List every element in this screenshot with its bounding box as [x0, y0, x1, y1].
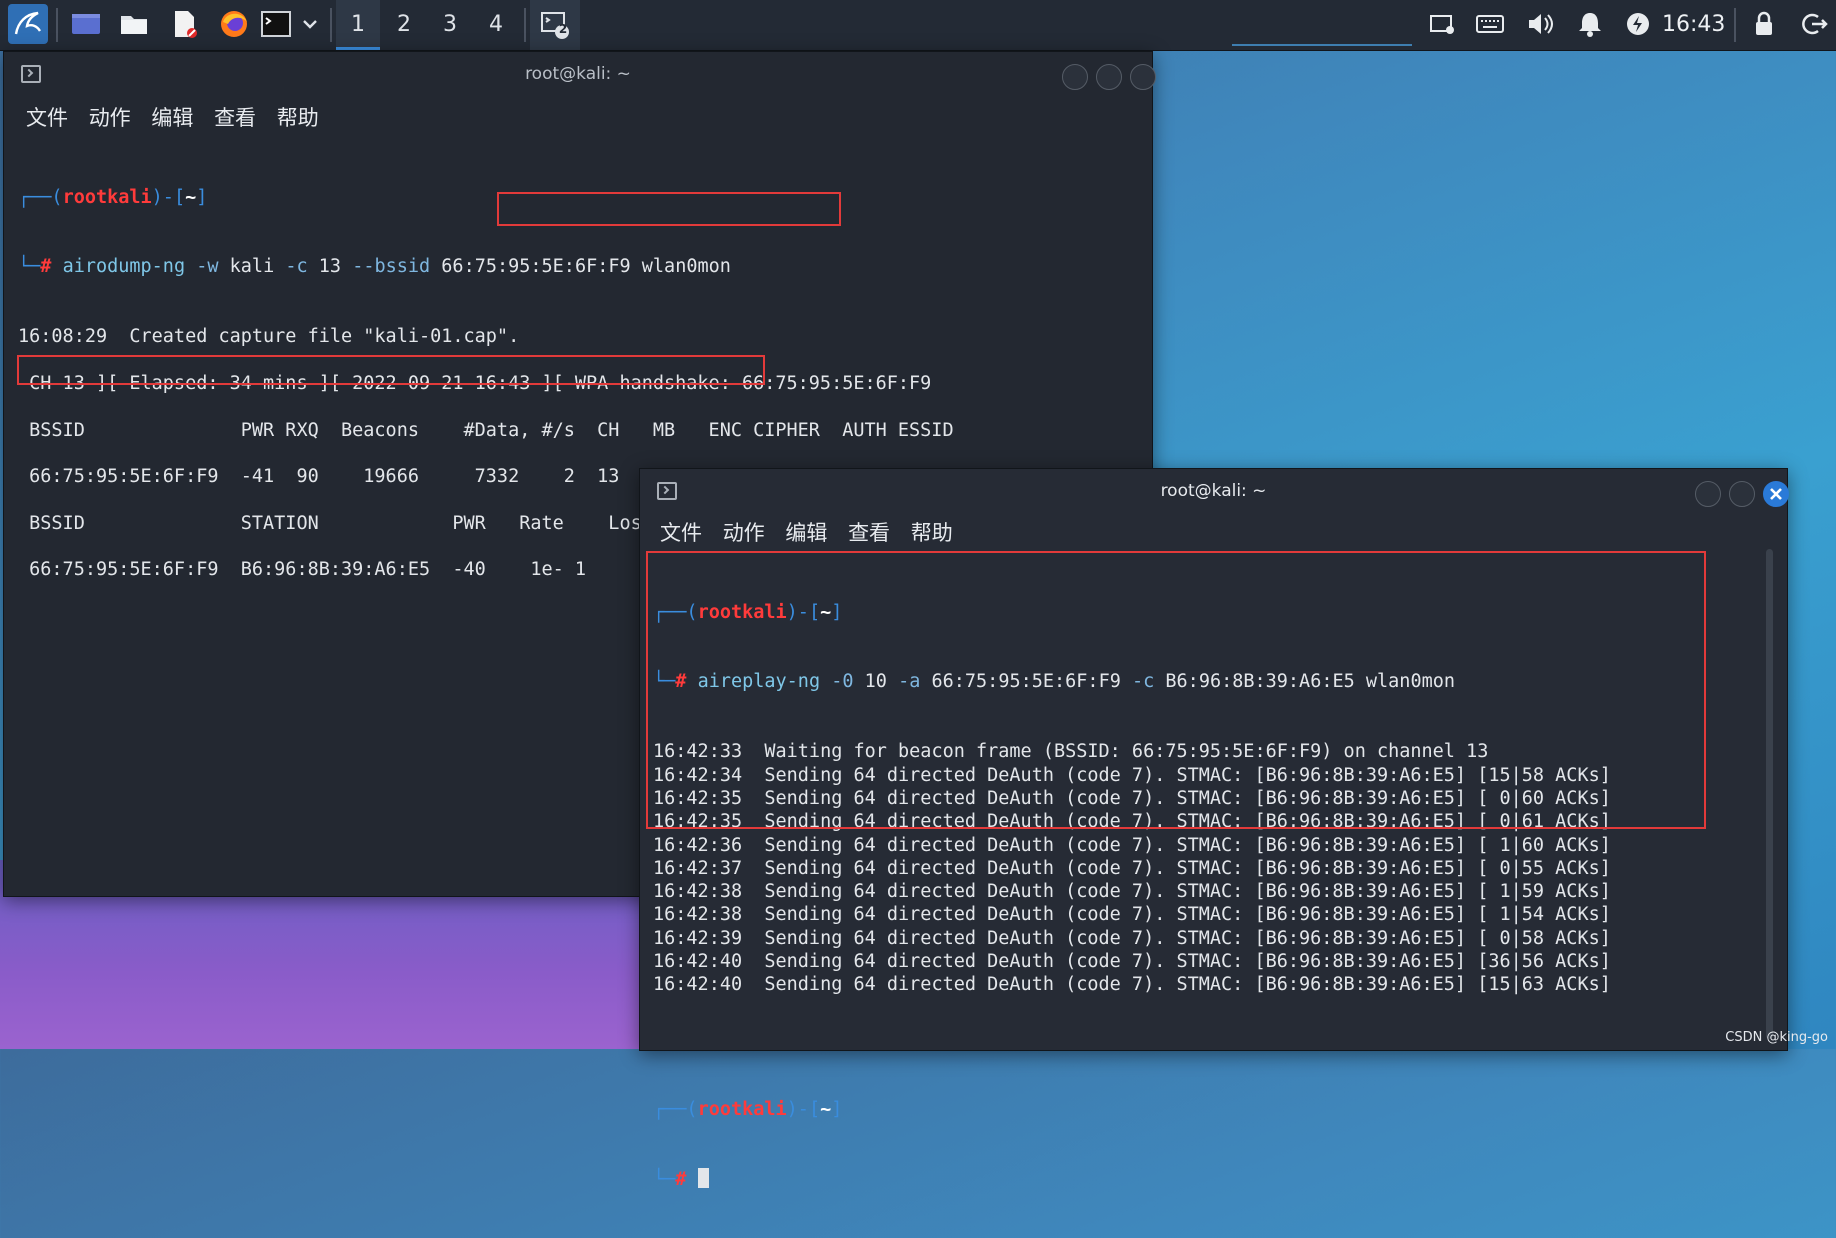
prompt-dir: ~ — [820, 1098, 832, 1120]
highlight-station-box — [17, 355, 765, 385]
terminal-window-aireplay[interactable]: root@kali: ~ 文件 动作 编辑 查看 帮助 ┌──(rootkali… — [639, 468, 1789, 1190]
close-x-icon — [1770, 488, 1782, 500]
output-line: 16:42:38 Sending 64 directed DeAuth (cod… — [653, 881, 1611, 903]
logout-icon[interactable] — [1798, 8, 1830, 40]
command-option: -c — [285, 256, 308, 278]
clock[interactable]: 16:43 — [1662, 0, 1725, 50]
prompt-user: rootkali — [697, 1098, 787, 1120]
command-value: 66:75:95:5E:6F:F9 wlan0mon — [430, 256, 731, 278]
menu-file[interactable]: 文件 — [660, 521, 702, 545]
prompt-user: rootkali — [62, 186, 152, 208]
menu-view[interactable]: 查看 — [848, 521, 890, 545]
highlight-output-box — [646, 551, 1706, 829]
keyboard-icon[interactable] — [1474, 8, 1506, 40]
command-name: airodump-ng — [62, 256, 186, 278]
output-line: BSSID PWR RXQ Beacons #Data, #/s CH MB E… — [18, 419, 954, 441]
menu-action[interactable]: 动作 — [723, 521, 765, 545]
minimize-button[interactable] — [1062, 64, 1088, 90]
workspace-1[interactable]: 1 — [336, 0, 380, 50]
menu-help[interactable]: 帮助 — [277, 106, 319, 130]
firefox-icon[interactable] — [218, 8, 250, 40]
screen-record-icon[interactable] — [1426, 8, 1458, 40]
command-value: 13 — [307, 256, 353, 278]
scrollbar[interactable] — [1766, 549, 1773, 1039]
volume-icon[interactable] — [1524, 8, 1556, 40]
output-line: 16:42:37 Sending 64 directed DeAuth (cod… — [653, 857, 1611, 879]
output-line: 16:42:36 Sending 64 directed DeAuth (cod… — [653, 834, 1611, 856]
command-value: kali — [218, 256, 286, 278]
chevron-down-icon[interactable] — [300, 8, 320, 40]
prompt-dir: ~ — [185, 186, 197, 208]
taskbar-separator — [330, 8, 332, 42]
command-option: --bssid — [352, 256, 431, 278]
text-cursor — [697, 1167, 709, 1188]
workspace-2[interactable]: 2 — [382, 0, 426, 50]
file-manager-icon[interactable] — [118, 8, 150, 40]
window-titlebar[interactable]: root@kali: ~ — [640, 469, 1789, 513]
text-editor-icon[interactable] — [168, 8, 200, 40]
task-terminal-button[interactable]: 2 — [530, 0, 580, 50]
input-line[interactable]: └─# — [653, 1167, 1777, 1191]
window-titlebar[interactable]: root@kali: ~ — [4, 52, 1156, 96]
notification-bell-icon[interactable] — [1574, 8, 1606, 40]
menubar: 文件 动作 编辑 查看 帮助 — [26, 102, 333, 132]
menu-action[interactable]: 动作 — [89, 106, 131, 130]
lock-screen-icon[interactable] — [1748, 8, 1780, 40]
task-count-badge: 2 — [558, 22, 568, 36]
watermark: CSDN @king-go — [1725, 1030, 1828, 1045]
maximize-button[interactable] — [1096, 64, 1122, 90]
output-line: 16:42:39 Sending 64 directed DeAuth (cod… — [653, 927, 1611, 949]
taskbar: 1 2 3 4 2 16:43 — [0, 0, 1836, 51]
workspace-4[interactable]: 4 — [474, 0, 518, 50]
menu-edit[interactable]: 编辑 — [785, 521, 827, 545]
highlight-handshake-box — [497, 192, 841, 226]
show-desktop-icon[interactable] — [70, 8, 102, 40]
menu-view[interactable]: 查看 — [214, 106, 256, 130]
power-manager-icon[interactable] — [1622, 8, 1654, 40]
taskbar-separator — [56, 8, 58, 42]
taskbar-separator — [524, 8, 526, 42]
output-line: 16:42:40 Sending 64 directed DeAuth (cod… — [653, 974, 1611, 996]
decoration-line — [1232, 44, 1412, 46]
minimize-button[interactable] — [1695, 481, 1721, 507]
taskbar-separator — [1734, 8, 1736, 42]
window-title: root@kali: ~ — [1160, 481, 1267, 501]
close-button[interactable] — [1763, 481, 1789, 507]
workspace-3[interactable]: 3 — [428, 0, 472, 50]
kali-menu-icon[interactable] — [8, 4, 48, 44]
command-line: └─# airodump-ng -w kali -c 13 --bssid 66… — [18, 256, 731, 278]
window-title: root@kali: ~ — [525, 64, 631, 84]
close-button[interactable] — [1130, 64, 1156, 90]
terminal-launcher-icon[interactable] — [260, 8, 292, 40]
menu-edit[interactable]: 编辑 — [151, 106, 193, 130]
output-line: 16:42:40 Sending 64 directed DeAuth (cod… — [653, 951, 1611, 973]
command-args: -w kali -c 13 --bssid 66:75:95:5E:6F:F9 … — [196, 256, 731, 277]
prompt-line: ┌──(rootkali)-[~] — [653, 1098, 843, 1120]
menu-help[interactable]: 帮助 — [911, 521, 953, 545]
output-line: 16:08:29 Created capture file "kali-01.c… — [18, 326, 520, 348]
output-line: 16:42:38 Sending 64 directed DeAuth (cod… — [653, 904, 1611, 926]
menubar: 文件 动作 编辑 查看 帮助 — [660, 517, 967, 547]
menu-file[interactable]: 文件 — [26, 106, 68, 130]
maximize-button[interactable] — [1729, 481, 1755, 507]
command-option: -w — [196, 256, 219, 278]
